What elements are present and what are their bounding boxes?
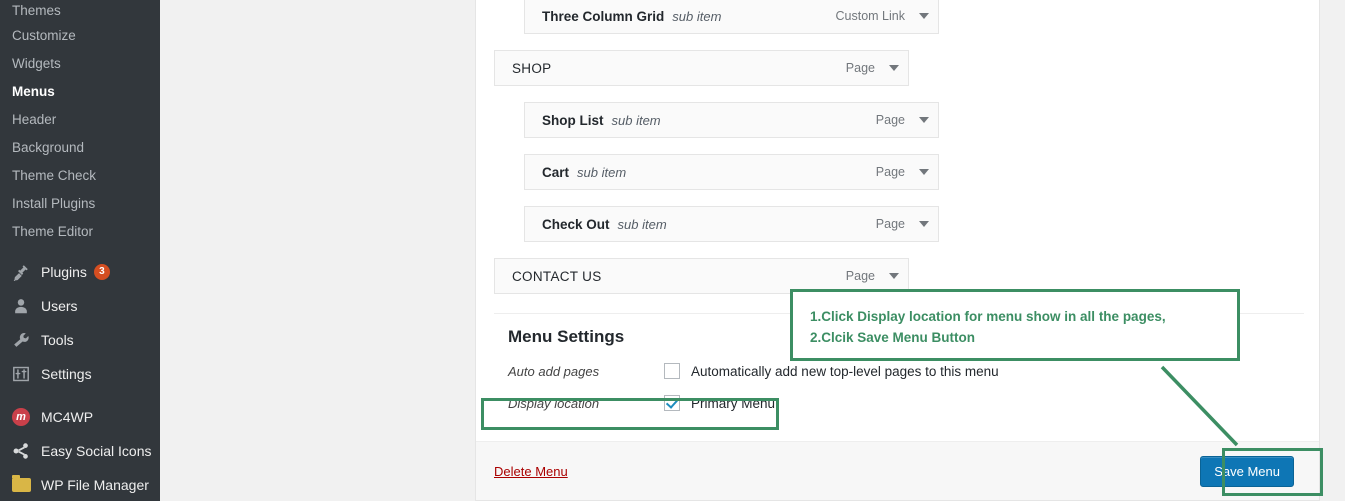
menu-item-meta: Custom Link xyxy=(836,9,938,23)
plug-icon xyxy=(10,261,32,283)
menu-item-meta: Page xyxy=(876,165,938,179)
chevron-down-icon[interactable] xyxy=(889,273,899,279)
menu-item-row[interactable]: Check Out sub item Page xyxy=(524,206,939,242)
chevron-down-icon[interactable] xyxy=(919,117,929,123)
sidebar-item-label: Easy Social Icons xyxy=(41,443,152,459)
sidebar-item-label: Plugins xyxy=(41,264,87,280)
menu-item-sub-label: sub item xyxy=(611,112,661,128)
menu-item-type: Page xyxy=(875,113,905,127)
menu-item-title: Check Out xyxy=(542,216,610,232)
menu-item-title: Cart xyxy=(542,164,570,180)
menu-item-meta: Page xyxy=(846,61,908,75)
menu-item-title: Three Column Grid xyxy=(542,8,665,24)
plugins-update-badge: 3 xyxy=(93,264,110,280)
sidebar-divider-2 xyxy=(0,391,160,400)
sidebar-item-theme-check[interactable]: Theme Check xyxy=(0,162,160,190)
auto-add-pages-text: Automatically add new top-level pages to… xyxy=(691,363,999,379)
folder-icon xyxy=(10,474,32,496)
sidebar-item-easy-social-icons[interactable]: Easy Social Icons xyxy=(0,434,160,468)
chevron-down-icon[interactable] xyxy=(889,65,899,71)
menu-item-meta: Page xyxy=(876,217,938,231)
menu-item-type: Page xyxy=(875,165,905,179)
sidebar-divider-1 xyxy=(0,246,160,255)
menu-item-sub-label: sub item xyxy=(577,164,627,180)
menu-item-list: Three Column Grid sub item Custom Link S… xyxy=(494,0,1304,310)
sidebar-item-label: Settings xyxy=(41,366,92,382)
sidebar-item-theme-editor[interactable]: Theme Editor xyxy=(0,218,160,246)
sidebar-item-label: WP File Manager xyxy=(41,477,149,493)
sliders-icon xyxy=(10,363,32,385)
appearance-submenu: Themes Customize Widgets Menus Header Ba… xyxy=(0,0,160,246)
sidebar-item-mc4wp[interactable]: m MC4WP xyxy=(0,400,160,434)
sidebar-item-users[interactable]: Users xyxy=(0,289,160,323)
chevron-down-icon[interactable] xyxy=(919,13,929,19)
annotation-line-1: 1.Click Display location for menu show i… xyxy=(810,309,1166,324)
menu-item-title: CONTACT US xyxy=(512,268,602,284)
primary-menu-text: Primary Menu xyxy=(691,395,776,411)
menu-item-title: SHOP xyxy=(512,60,552,76)
sidebar-item-label: MC4WP xyxy=(41,409,94,425)
user-icon xyxy=(10,295,32,317)
primary-menu-checkbox[interactable] xyxy=(664,395,680,411)
menu-item-meta: Page xyxy=(876,113,938,127)
wrench-icon xyxy=(10,329,32,351)
display-location-row: Display location Primary Menu xyxy=(494,391,1304,415)
menu-item-type: Custom Link xyxy=(835,9,905,23)
menu-structure-panel: Three Column Grid sub item Custom Link S… xyxy=(475,0,1320,501)
menu-footer-bar: Delete Menu Save Menu xyxy=(476,441,1319,500)
sidebar-item-widgets[interactable]: Widgets xyxy=(0,50,160,78)
sidebar-item-install-plugins[interactable]: Install Plugins xyxy=(0,190,160,218)
sidebar-item-background[interactable]: Background xyxy=(0,134,160,162)
sidebar-item-plugins[interactable]: Plugins 3 xyxy=(0,255,160,289)
chevron-down-icon[interactable] xyxy=(919,221,929,227)
save-menu-button[interactable]: Save Menu xyxy=(1200,455,1294,487)
sidebar-item-wp-file-manager[interactable]: WP File Manager xyxy=(0,468,160,501)
sidebar-item-themes[interactable]: Themes xyxy=(0,0,160,22)
sidebar-item-menus[interactable]: Menus xyxy=(0,78,160,106)
share-icon xyxy=(10,440,32,462)
admin-sidebar: Themes Customize Widgets Menus Header Ba… xyxy=(0,0,160,501)
chevron-down-icon[interactable] xyxy=(919,169,929,175)
work-area: Three Column Grid sub item Custom Link S… xyxy=(160,0,1345,501)
menu-item-row[interactable]: Three Column Grid sub item Custom Link xyxy=(524,0,939,34)
menu-item-meta: Page xyxy=(846,269,908,283)
menu-item-sub-label: sub item xyxy=(672,8,722,24)
menu-item-row[interactable]: Shop List sub item Page xyxy=(524,102,939,138)
mc4wp-icon: m xyxy=(10,406,32,428)
auto-add-pages-checkbox[interactable] xyxy=(664,363,680,379)
delete-menu-link[interactable]: Delete Menu xyxy=(494,464,568,479)
sidebar-item-label: Users xyxy=(41,298,78,314)
menu-item-sub-label: sub item xyxy=(617,216,667,232)
menu-item-type: Page xyxy=(875,217,905,231)
sidebar-item-customize[interactable]: Customize xyxy=(0,22,160,50)
auto-add-pages-label: Auto add pages xyxy=(508,363,600,379)
display-location-label: Display location xyxy=(508,395,600,411)
annotation-line-2: 2.Clcik Save Menu Button xyxy=(810,330,976,345)
sidebar-item-header[interactable]: Header xyxy=(0,106,160,134)
annotation-callout-box: 1.Click Display location for menu show i… xyxy=(790,289,1240,361)
sidebar-item-settings[interactable]: Settings xyxy=(0,357,160,391)
menu-item-title: Shop List xyxy=(542,112,604,128)
sidebar-item-tools[interactable]: Tools xyxy=(0,323,160,357)
sidebar-item-label: Tools xyxy=(41,332,74,348)
menu-item-row[interactable]: SHOP Page xyxy=(494,50,909,86)
auto-add-pages-row: Auto add pages Automatically add new top… xyxy=(494,359,1304,383)
menu-item-row[interactable]: Cart sub item Page xyxy=(524,154,939,190)
menu-item-type: Page xyxy=(845,269,875,283)
menu-item-type: Page xyxy=(845,61,875,75)
